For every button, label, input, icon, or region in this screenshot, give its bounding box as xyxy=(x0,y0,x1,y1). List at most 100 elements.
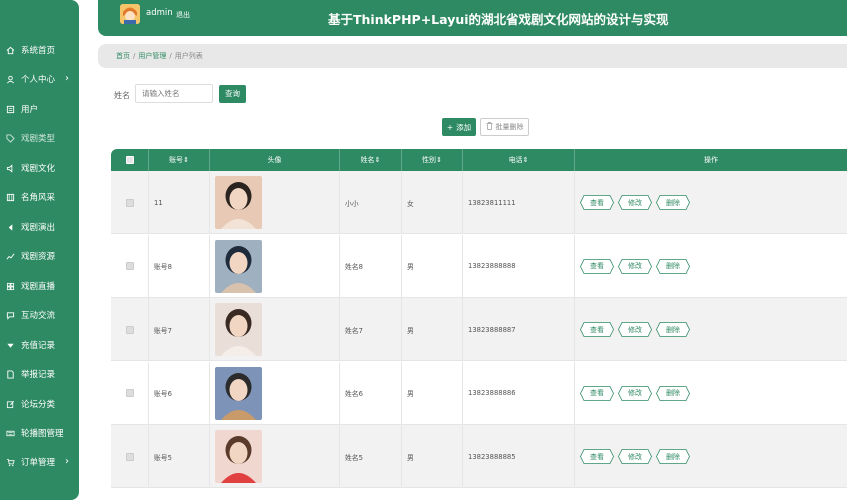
edit-button[interactable]: 修改 xyxy=(618,449,652,464)
sidebar-item-label: 戏剧直播 xyxy=(21,282,56,292)
col-name[interactable]: 姓名⇕ xyxy=(340,149,402,171)
logout-link[interactable]: 退出 xyxy=(176,10,190,20)
delete-button[interactable]: 删除 xyxy=(656,258,690,274)
sidebar-item-label: 充值记录 xyxy=(21,341,56,351)
table-header: 账号⇕ 头像 姓名⇕ 性别⇕ 电话⇕ 操作 xyxy=(111,149,847,171)
add-button-label: 添加 xyxy=(456,122,472,132)
sidebar-item-profile[interactable]: 个人中心 › xyxy=(0,69,79,89)
edit-button[interactable]: 修改 xyxy=(618,195,652,210)
gender-cell: 女 xyxy=(402,171,463,234)
sidebar-item-interaction[interactable]: 互动交流 xyxy=(0,305,79,325)
gender-cell: 男 xyxy=(402,425,463,488)
user-photo[interactable] xyxy=(215,366,262,420)
view-button[interactable]: 查看 xyxy=(580,385,614,401)
sidebar-item-label: 论坛分类 xyxy=(21,400,56,410)
sidebar-item-label: 轮播图管理 xyxy=(21,429,64,439)
sidebar-item-label: 名角风采 xyxy=(21,193,56,203)
breadcrumb-home[interactable]: 首页 xyxy=(116,52,130,60)
col-name-label: 姓名 xyxy=(360,156,375,164)
edit-button-label: 修改 xyxy=(628,325,642,334)
edit-button[interactable]: 修改 xyxy=(618,258,652,274)
search-label: 姓名 xyxy=(114,91,130,100)
row-checkbox[interactable] xyxy=(125,262,134,270)
sidebar-item-label: 举报记录 xyxy=(21,370,56,380)
sidebar-item-carousel[interactable]: 轮播图管理 xyxy=(0,423,79,443)
search-input[interactable] xyxy=(135,84,213,103)
edit-button[interactable]: 修改 xyxy=(618,385,652,401)
row-select-cell xyxy=(111,234,149,298)
view-button[interactable]: 查看 xyxy=(580,449,614,464)
row-checkbox[interactable] xyxy=(125,389,134,397)
sort-icon: ⇕ xyxy=(436,156,442,164)
select-all-checkbox[interactable] xyxy=(125,156,134,164)
sidebar-item-stars[interactable]: 名角风采 xyxy=(0,187,79,207)
avatar[interactable] xyxy=(120,4,140,24)
table-row: 11 小小女 13823811111 查看 修改 删除 xyxy=(111,171,847,234)
view-button[interactable]: 查看 xyxy=(580,258,614,274)
view-button[interactable]: 查看 xyxy=(580,322,614,337)
home-icon xyxy=(6,46,15,55)
view-button-label: 查看 xyxy=(590,325,604,334)
tag-icon xyxy=(6,133,15,143)
ops-cell: 查看 修改 删除 xyxy=(575,362,847,425)
table-row: 账号5 姓名5 男 13823888885 查看 修改 删除 xyxy=(111,425,847,488)
sidebar-item-drama-types[interactable]: 戏剧类型 xyxy=(0,128,79,148)
sidebar-item-label: 戏剧演出 xyxy=(21,223,56,233)
sidebar-item-home[interactable]: 系统首页 xyxy=(0,40,79,60)
avatar-cell xyxy=(210,234,340,298)
breadcrumb-section[interactable]: 用户管理 xyxy=(138,52,166,60)
user-photo[interactable] xyxy=(215,303,262,356)
edit-button-label: 修改 xyxy=(628,452,642,461)
sidebar-item-resources[interactable]: 戏剧资源 xyxy=(0,246,79,266)
sidebar-item-live[interactable]: 戏剧直播 xyxy=(0,276,79,296)
col-account-label: 账号 xyxy=(169,156,184,164)
sidebar-item-forum-categories[interactable]: 论坛分类 xyxy=(0,394,79,414)
row-select-cell xyxy=(111,425,149,488)
sidebar-item-orders[interactable]: 订单管理 › xyxy=(0,452,79,472)
delete-button-label: 删除 xyxy=(666,262,680,270)
view-button[interactable]: 查看 xyxy=(580,195,614,210)
table-row: 账号7 姓名7 男 13823888887 查看 修改 删除 xyxy=(111,298,847,361)
batch-delete-button[interactable]: 批量删除 xyxy=(480,118,529,136)
row-checkbox[interactable] xyxy=(125,452,134,461)
delete-button[interactable]: 删除 xyxy=(656,195,690,210)
col-avatar-label: 头像 xyxy=(267,156,282,164)
search-button[interactable]: 查询 xyxy=(219,85,246,103)
delete-button[interactable]: 删除 xyxy=(656,385,690,401)
phone-cell: 13823811111 xyxy=(463,171,575,234)
sidebar-item-label: 互动交流 xyxy=(21,311,56,321)
account-cell: 账号6 xyxy=(149,361,210,425)
sidebar-item-users[interactable]: 用户 xyxy=(0,99,79,119)
batch-delete-label: 批量删除 xyxy=(495,123,524,131)
grid-icon xyxy=(6,282,15,291)
sidebar-item-drama-culture[interactable]: 戏剧文化 xyxy=(0,158,79,178)
sidebar-item-label: 用户 xyxy=(21,105,39,115)
row-checkbox[interactable] xyxy=(125,198,134,207)
delete-button-label: 删除 xyxy=(666,198,680,207)
ops-cell: 查看 修改 删除 xyxy=(575,298,847,361)
sidebar-item-performances[interactable]: 戏剧演出 xyxy=(0,217,79,237)
delete-button[interactable]: 删除 xyxy=(656,449,690,464)
delete-button-label: 删除 xyxy=(666,389,680,397)
user-photo[interactable] xyxy=(215,430,262,483)
add-button[interactable]: + 添加 xyxy=(442,118,476,136)
document-icon xyxy=(6,369,15,379)
sidebar-item-recharge[interactable]: 充值记录 xyxy=(0,335,79,355)
delete-button[interactable]: 删除 xyxy=(656,322,690,337)
user-photo[interactable] xyxy=(215,239,262,293)
chart-icon xyxy=(6,252,15,261)
row-checkbox[interactable] xyxy=(125,325,134,334)
edit-button-label: 修改 xyxy=(628,198,642,207)
col-phone[interactable]: 电话⇕ xyxy=(463,149,575,171)
breadcrumb-current: 用户列表 xyxy=(174,52,203,60)
user-photo[interactable] xyxy=(215,176,262,229)
sort-icon: ⇕ xyxy=(522,156,529,164)
sidebar-item-reports[interactable]: 举报记录 xyxy=(0,364,79,384)
avatar-cell xyxy=(210,171,340,234)
edit-button[interactable]: 修改 xyxy=(618,322,652,337)
phone-cell: 13823888887 xyxy=(463,298,575,361)
film-icon xyxy=(6,193,15,202)
avatar-cell xyxy=(210,425,340,488)
col-gender[interactable]: 性别⇕ xyxy=(402,149,463,171)
col-account[interactable]: 账号⇕ xyxy=(149,149,210,171)
